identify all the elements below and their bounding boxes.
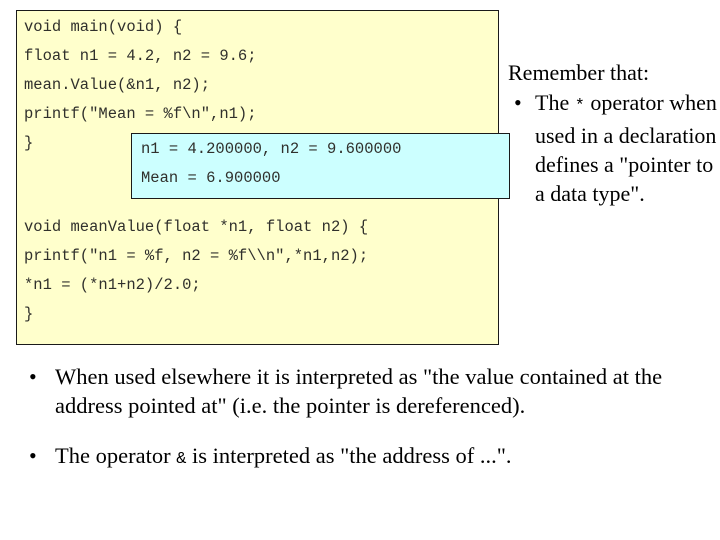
bullet-icon: • [29,364,37,389]
code-line: void meanValue(float *n1, float n2) { [24,218,369,236]
code-line: printf("n1 = %f, n2 = %f\\n",*n1,n2); [24,247,369,265]
code-line: } [24,305,34,323]
bullet-icon: • [29,443,37,468]
ampersand-operator-token: & [176,450,187,469]
bullet-text-part2: is interpreted as "the address of ...". [186,443,512,468]
bottom-bullet-list: • When used elsewhere it is interpreted … [22,362,690,474]
code-line: mean.Value(&n1, n2); [24,76,211,94]
code-line: float n1 = 4.2, n2 = 9.6; [24,47,257,65]
program-output-box: n1 = 4.200000, n2 = 9.600000 Mean = 6.90… [131,133,510,199]
code-line: *n1 = (*n1+n2)/2.0; [24,276,201,294]
bullet-text-part1: The operator [55,443,177,468]
remember-heading: Remember that: [508,60,650,85]
output-line: Mean = 6.900000 [141,169,281,187]
code-line: } [24,134,34,152]
star-operator-token: * [574,97,585,116]
code-line: void main(void) { [24,18,183,36]
list-item: • When used elsewhere it is interpreted … [22,362,690,424]
list-item: • The operator & is interpreted as "the … [22,441,690,474]
code-line: printf("Mean = %f\n",n1); [24,105,257,123]
bullet-icon: • [514,90,522,115]
bullet-text-part1: When used elsewhere it is interpreted as… [55,364,663,418]
output-line: n1 = 4.200000, n2 = 9.600000 [141,140,402,158]
right-text-column: Remember that: • The * operator when use… [508,60,718,208]
bullet-text-part1: The [535,90,575,115]
list-item: • The * operator when used in a declarat… [508,88,718,208]
